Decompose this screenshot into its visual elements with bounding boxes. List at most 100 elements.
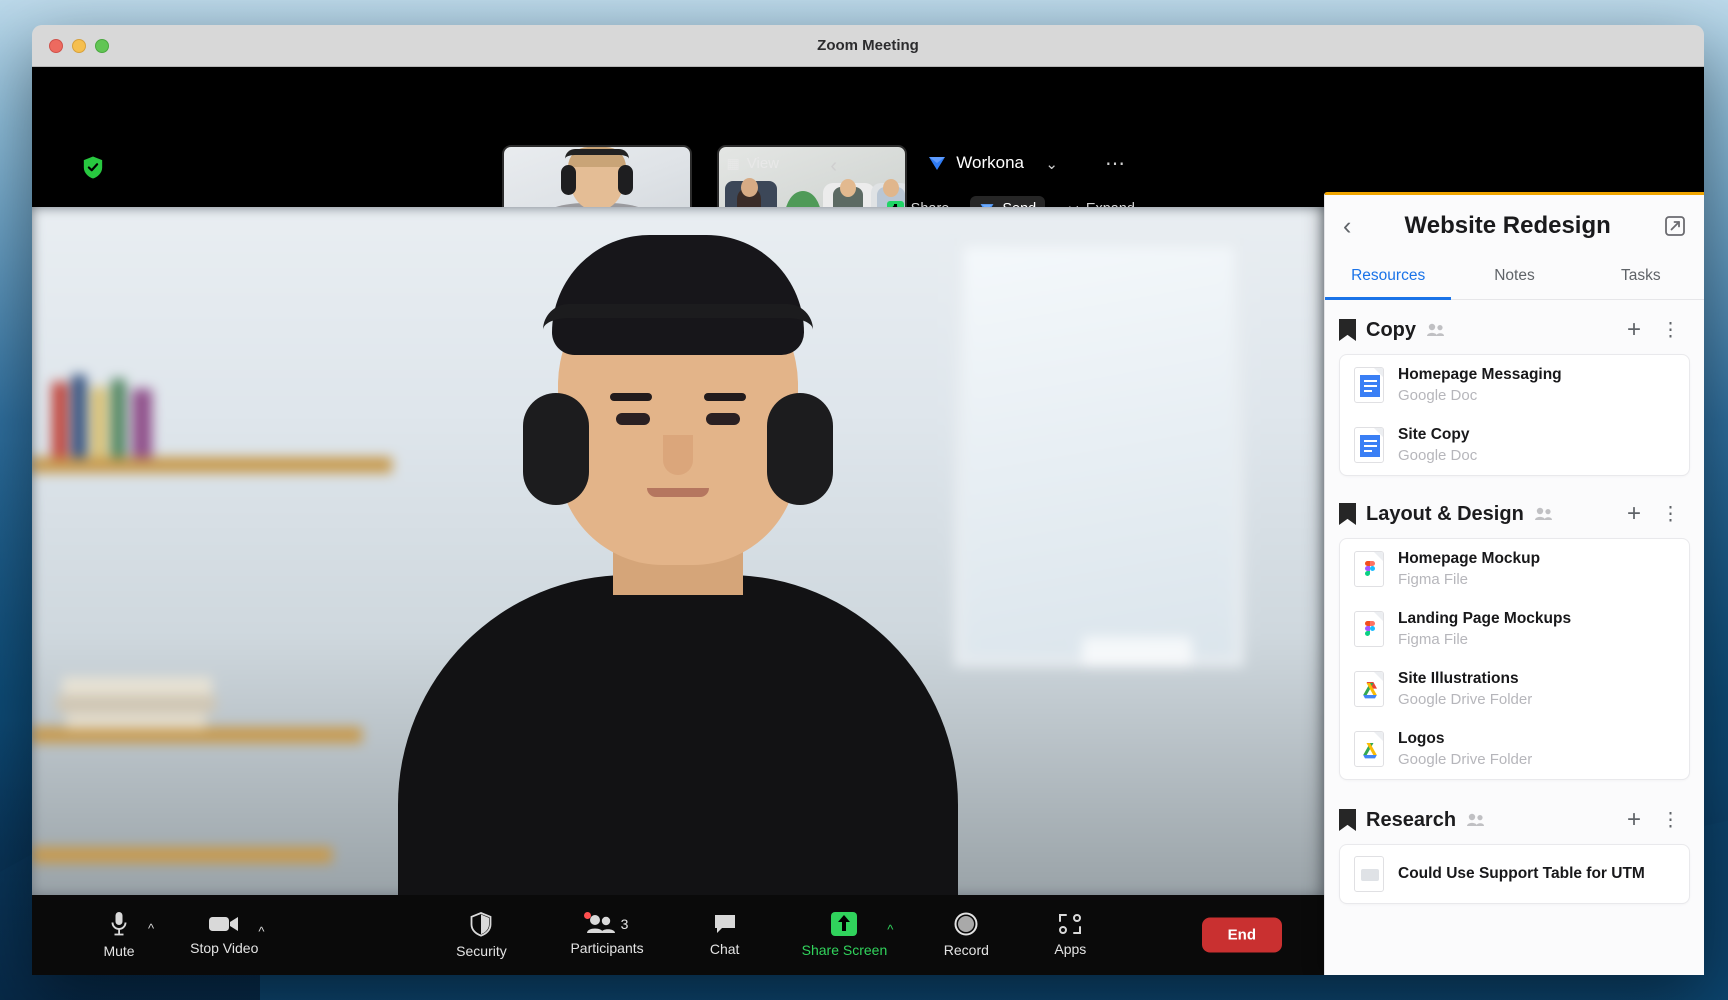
zoom-top-bar: Victoria Reyes ⏿ xyxy=(32,67,1324,253)
resource-row[interactable]: Could Use Support Table for UTM xyxy=(1340,845,1689,903)
panel-tabs: Resources Notes Tasks xyxy=(1325,257,1704,300)
section-header-copy: Copy + ⋮ xyxy=(1325,300,1704,354)
section-card-layout-design: Homepage Mockup Figma File Landing Page … xyxy=(1339,538,1690,780)
apps-button[interactable]: Apps xyxy=(1041,913,1099,957)
add-resource-button[interactable]: + xyxy=(1623,808,1645,832)
section-options-icon[interactable]: ⋮ xyxy=(1655,505,1686,524)
microphone-icon xyxy=(111,912,127,936)
resource-title: Homepage Messaging xyxy=(1398,366,1562,383)
google-drive-icon xyxy=(1354,671,1384,707)
resource-subtitle: Google Doc xyxy=(1398,447,1478,464)
zoom-controls-toolbar: Mute ^ Stop Video ^ Security 3 Participa… xyxy=(32,895,1324,975)
share-screen-button[interactable]: Share Screen xyxy=(801,912,888,958)
apps-icon xyxy=(1059,914,1082,934)
mute-label: Mute xyxy=(103,943,135,959)
end-meeting-button[interactable]: End xyxy=(1201,917,1282,953)
resource-subtitle: Figma File xyxy=(1398,631,1469,648)
bookmark-icon xyxy=(1339,809,1356,831)
window-title: Zoom Meeting xyxy=(817,37,919,54)
participants-button[interactable]: 3 Participants xyxy=(570,912,644,956)
stop-video-button[interactable]: Stop Video xyxy=(190,914,258,956)
resource-row[interactable]: Homepage Messaging Google Doc xyxy=(1340,355,1689,415)
resource-row[interactable]: Logos Google Drive Folder xyxy=(1340,719,1689,779)
more-options-icon[interactable]: ⋯ xyxy=(1105,151,1126,176)
participants-count: 3 xyxy=(620,916,629,932)
shared-people-icon xyxy=(1467,813,1485,826)
chat-label: Chat xyxy=(709,941,740,957)
bookmark-icon xyxy=(1339,503,1356,525)
audio-options-caret-icon[interactable]: ^ xyxy=(148,921,154,936)
stop-video-label: Stop Video xyxy=(190,940,259,956)
resource-subtitle: Google Drive Folder xyxy=(1398,691,1533,708)
participants-notification-dot xyxy=(583,912,591,919)
security-label: Security xyxy=(456,942,507,959)
resource-title: Site Copy xyxy=(1398,426,1470,443)
resource-row[interactable]: Homepage Mockup Figma File xyxy=(1340,539,1689,599)
google-drive-icon xyxy=(1354,731,1384,767)
shared-people-icon xyxy=(1427,323,1444,336)
resource-title: Site Illustrations xyxy=(1398,670,1519,687)
panel-title: Website Redesign xyxy=(1404,212,1611,239)
zoom-meeting-window: Zoom Meeting Victoria Reyes xyxy=(32,25,1704,975)
video-camera-icon xyxy=(209,917,239,931)
resource-title: Homepage Mockup xyxy=(1398,550,1541,567)
bookmark-icon xyxy=(1339,319,1356,341)
resource-row[interactable]: Landing Page Mockups Figma File xyxy=(1340,599,1689,659)
record-button[interactable]: Record xyxy=(937,912,995,958)
window-titlebar: Zoom Meeting xyxy=(32,25,1704,67)
grid-view-icon: ▦ xyxy=(726,155,740,171)
video-options-caret-icon[interactable]: ^ xyxy=(258,924,264,939)
resource-subtitle: Google Drive Folder xyxy=(1398,751,1533,768)
tab-resources[interactable]: Resources xyxy=(1325,257,1452,300)
panel-back-button[interactable]: ‹ xyxy=(1343,213,1351,239)
section-options-icon[interactable]: ⋮ xyxy=(1655,811,1686,830)
google-doc-icon xyxy=(1354,367,1384,403)
shared-people-icon xyxy=(1534,507,1552,520)
open-external-icon[interactable] xyxy=(1664,215,1686,237)
view-label: View xyxy=(746,155,779,172)
resource-title: Landing Page Mockups xyxy=(1398,610,1572,627)
mute-button[interactable]: Mute xyxy=(90,911,148,959)
add-resource-button[interactable]: + xyxy=(1623,502,1645,526)
chat-button[interactable]: Chat xyxy=(696,913,754,957)
section-header-research: Research + ⋮ xyxy=(1325,780,1704,844)
section-options-icon[interactable]: ⋮ xyxy=(1655,321,1686,340)
link-icon xyxy=(1354,856,1384,892)
resource-row[interactable]: Site Copy Google Doc xyxy=(1340,415,1689,475)
section-title: Layout & Design xyxy=(1366,502,1524,525)
resource-row[interactable]: Site Illustrations Google Drive Folder xyxy=(1340,659,1689,719)
tab-tasks[interactable]: Tasks xyxy=(1578,257,1704,300)
chat-bubble-icon xyxy=(714,915,735,933)
google-doc-icon xyxy=(1354,427,1384,463)
resource-title: Logos xyxy=(1398,730,1445,747)
add-resource-button[interactable]: + xyxy=(1623,318,1645,342)
figma-icon xyxy=(1354,551,1384,587)
record-label: Record xyxy=(943,942,989,958)
chevron-left-icon[interactable]: ‹ xyxy=(830,155,837,178)
resources-list[interactable]: Copy + ⋮ Homepage Messaging Google Doc S… xyxy=(1325,300,1704,975)
view-button[interactable]: ▦ View xyxy=(727,155,779,172)
share-screen-label: Share Screen xyxy=(801,942,888,958)
section-title: Research xyxy=(1366,808,1457,831)
section-card-research: Could Use Support Table for UTM xyxy=(1339,844,1690,904)
share-options-caret-icon[interactable]: ^ xyxy=(887,922,893,937)
panel-header: ‹ Website Redesign xyxy=(1325,195,1704,257)
section-card-copy: Homepage Messaging Google Doc Site Copy … xyxy=(1339,354,1690,476)
tab-notes[interactable]: Notes xyxy=(1451,257,1577,300)
section-title: Copy xyxy=(1366,318,1416,341)
shield-icon xyxy=(471,911,492,937)
resource-subtitle: Google Doc xyxy=(1398,387,1478,404)
figma-icon xyxy=(1354,611,1384,647)
security-button[interactable]: Security xyxy=(452,911,510,959)
workona-side-panel: ‹ Website Redesign Resources Notes Tasks… xyxy=(1324,192,1704,975)
resource-subtitle: Figma File xyxy=(1398,571,1469,588)
participants-label: Participants xyxy=(570,940,644,956)
main-video-feed xyxy=(32,207,1324,895)
workona-app-label: Workona xyxy=(956,153,1024,172)
encryption-shield-icon xyxy=(83,156,103,179)
workona-app-button[interactable]: Workona xyxy=(927,153,1024,173)
chevron-down-icon[interactable]: ⌄ xyxy=(1045,155,1058,173)
resource-title: Could Use Support Table for UTM xyxy=(1398,865,1645,882)
apps-label: Apps xyxy=(1054,941,1087,957)
workona-logo-icon xyxy=(929,157,946,170)
